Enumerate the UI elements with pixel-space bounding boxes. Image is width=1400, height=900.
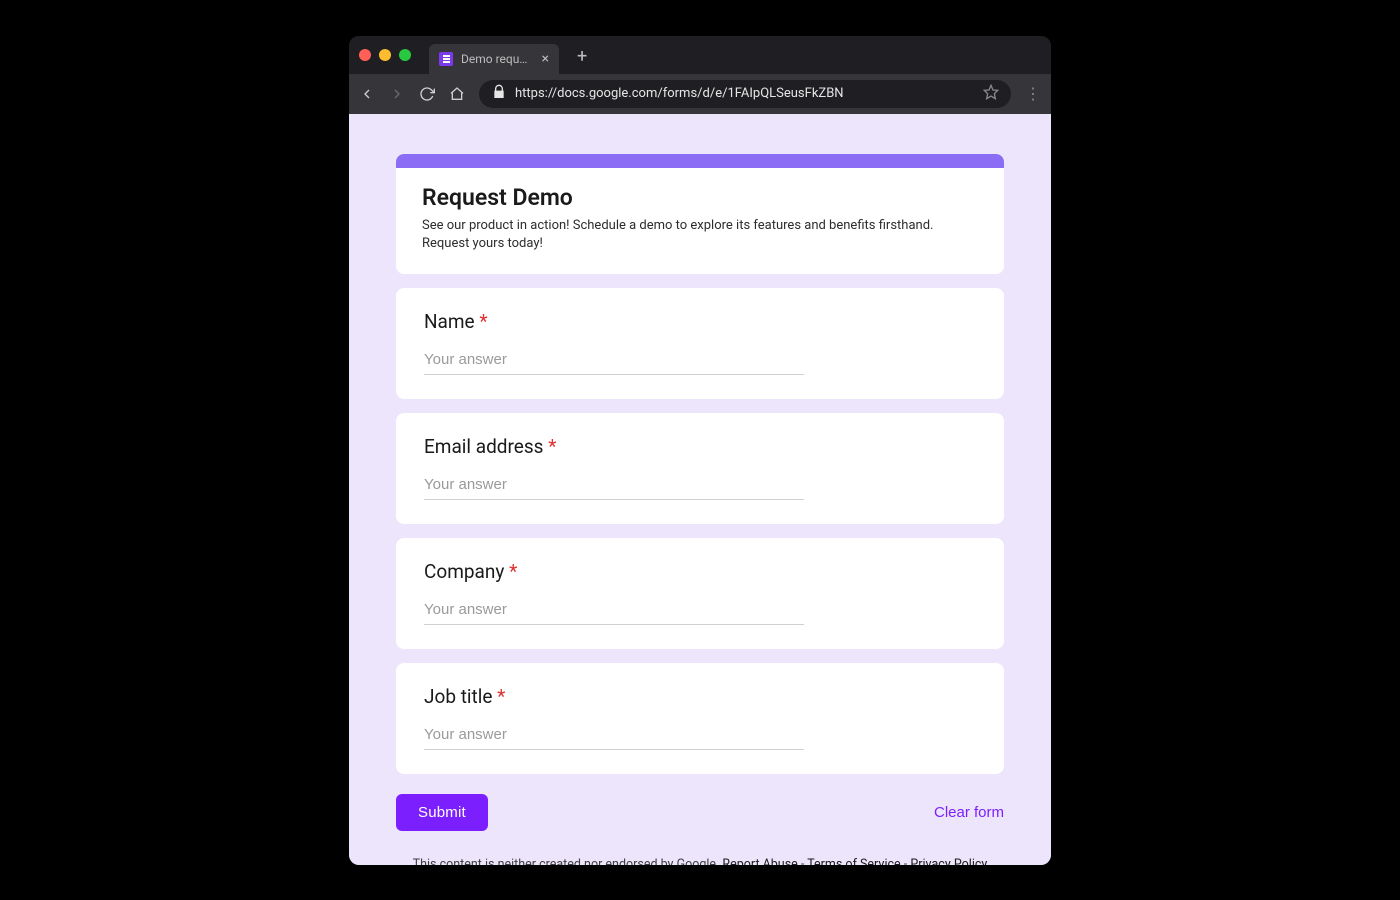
form-description: See our product in action! Schedule a de… bbox=[422, 217, 978, 255]
browser-tab[interactable]: Demo request × bbox=[429, 44, 559, 74]
bookmark-star-icon[interactable] bbox=[983, 84, 999, 104]
email-input[interactable] bbox=[424, 472, 804, 500]
browser-toolbar: https://docs.google.com/forms/d/e/1FAIpQ… bbox=[349, 74, 1051, 114]
job-title-input[interactable] bbox=[424, 722, 804, 750]
question-label-text: Company bbox=[424, 560, 504, 583]
clear-form-button[interactable]: Clear form bbox=[934, 804, 1004, 821]
name-input[interactable] bbox=[424, 347, 804, 375]
disclaimer-text: This content is neither created nor endo… bbox=[413, 857, 723, 864]
form-container: Request Demo See our product in action! … bbox=[396, 154, 1004, 865]
form-actions: Submit Clear form bbox=[396, 794, 1004, 831]
form-title: Request Demo bbox=[422, 184, 978, 211]
url-text: https://docs.google.com/forms/d/e/1FAIpQ… bbox=[515, 86, 975, 101]
browser-menu-button[interactable]: ⋮ bbox=[1025, 84, 1041, 103]
privacy-link[interactable]: Privacy Policy bbox=[910, 857, 987, 864]
tab-strip: Demo request × + bbox=[349, 36, 1051, 74]
question-label: Name * bbox=[424, 310, 976, 333]
question-card-company: Company * bbox=[396, 538, 1004, 649]
reload-button[interactable] bbox=[419, 86, 435, 102]
forward-button[interactable] bbox=[389, 86, 405, 102]
address-bar[interactable]: https://docs.google.com/forms/d/e/1FAIpQ… bbox=[479, 80, 1011, 108]
question-label: Job title * bbox=[424, 685, 976, 708]
question-label: Company * bbox=[424, 560, 976, 583]
forms-favicon-icon bbox=[439, 52, 453, 66]
close-window-button[interactable] bbox=[359, 49, 371, 61]
question-card-job-title: Job title * bbox=[396, 663, 1004, 774]
question-label-text: Job title bbox=[424, 685, 492, 708]
required-marker: * bbox=[497, 685, 505, 708]
question-label-text: Email address bbox=[424, 435, 543, 458]
lock-icon bbox=[491, 84, 507, 104]
browser-window: Demo request × + https://docs.google.com… bbox=[349, 36, 1051, 865]
close-tab-icon[interactable]: × bbox=[542, 51, 549, 67]
form-header-card: Request Demo See our product in action! … bbox=[396, 154, 1004, 275]
maximize-window-button[interactable] bbox=[399, 49, 411, 61]
report-abuse-link[interactable]: Report Abuse bbox=[722, 857, 797, 864]
required-marker: * bbox=[509, 560, 517, 583]
tab-title: Demo request bbox=[461, 52, 531, 66]
back-button[interactable] bbox=[359, 86, 375, 102]
new-tab-button[interactable]: + bbox=[567, 46, 597, 67]
terms-link[interactable]: Terms of Service bbox=[807, 857, 900, 864]
question-label-text: Name bbox=[424, 310, 475, 333]
question-card-name: Name * bbox=[396, 288, 1004, 399]
submit-button[interactable]: Submit bbox=[396, 794, 488, 831]
required-marker: * bbox=[479, 310, 487, 333]
page-viewport: Request Demo See our product in action! … bbox=[349, 114, 1051, 865]
form-banner bbox=[396, 154, 1004, 168]
question-card-email: Email address * bbox=[396, 413, 1004, 524]
question-label: Email address * bbox=[424, 435, 976, 458]
minimize-window-button[interactable] bbox=[379, 49, 391, 61]
home-button[interactable] bbox=[449, 86, 465, 102]
required-marker: * bbox=[548, 435, 556, 458]
form-footer: This content is neither created nor endo… bbox=[396, 857, 1004, 864]
company-input[interactable] bbox=[424, 597, 804, 625]
window-controls bbox=[359, 49, 411, 61]
